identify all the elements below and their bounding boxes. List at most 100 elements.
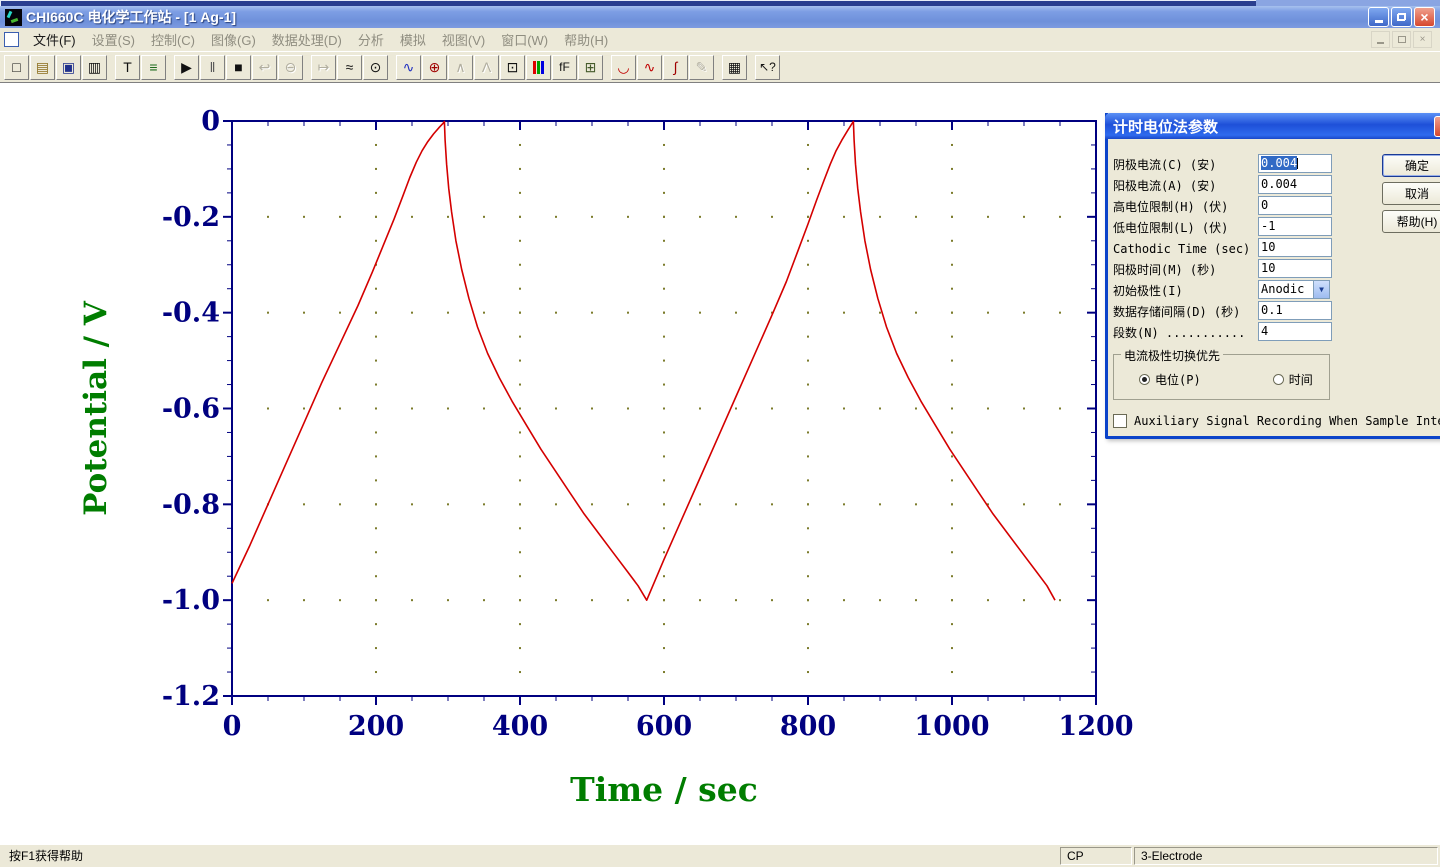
baseline-pen-icon: ✎ <box>695 59 708 75</box>
toolbar-button-derivative-icon[interactable]: ∿ <box>637 54 662 80</box>
toolbar-button-text-label-icon[interactable]: T <box>115 54 140 80</box>
zoom-icon: ⊕ <box>428 59 441 75</box>
svg-text:1000: 1000 <box>914 711 989 742</box>
toolbar-button-integration-icon[interactable]: ∫ <box>663 54 688 80</box>
mdi-minimize-button[interactable] <box>1371 31 1390 48</box>
toolbar-button-print-icon[interactable]: ▥ <box>82 54 107 80</box>
toolbar-button-timer-gauge-icon[interactable]: ⊙ <box>363 54 388 80</box>
radio-button-icon[interactable] <box>1139 374 1150 385</box>
smooth-icon: ◡ <box>617 59 630 75</box>
menu-item-1[interactable]: 文件(F) <box>25 31 84 50</box>
toolbar-button-font-icon[interactable]: fF <box>552 54 577 80</box>
svg-text:-0.8: -0.8 <box>162 489 220 520</box>
i-t-curve-icon: ↦ <box>317 59 330 75</box>
param-input[interactable]: 10 <box>1258 259 1332 278</box>
param-row-9: 段数(N) ........... 4 <box>1113 322 1440 343</box>
toolbar-button-i-t-curve-icon[interactable]: ↦ <box>311 54 336 80</box>
svg-text:-0.2: -0.2 <box>162 202 220 233</box>
close-button[interactable]: × <box>1414 7 1435 27</box>
toolbar-button-graph-icon[interactable]: ∿ <box>396 54 421 80</box>
radio-time[interactable]: 时间 <box>1272 371 1313 388</box>
help-button[interactable]: 帮助(H) <box>1382 210 1440 233</box>
status-help-text: 按F1获得帮助 <box>2 847 1058 865</box>
document-icon <box>4 32 19 47</box>
param-input[interactable]: 0.004 <box>1258 154 1332 173</box>
menu-item-2[interactable]: 设置(S) <box>84 31 143 50</box>
filter-icon: ≈ <box>345 59 354 75</box>
toolbar-button-color-bars-icon[interactable] <box>526 54 551 80</box>
parameters-icon: ≡ <box>149 59 158 75</box>
minimize-button[interactable] <box>1368 7 1389 27</box>
toolbar-button-save-icon[interactable]: ▣ <box>56 54 81 80</box>
toolbar-button-open-file-icon[interactable]: ▤ <box>30 54 55 80</box>
restore-button[interactable] <box>1391 7 1412 27</box>
param-input[interactable]: 10 <box>1258 238 1332 257</box>
menu-item-3[interactable]: 控制(C) <box>143 31 203 50</box>
menu-item-8[interactable]: 视图(V) <box>434 31 493 50</box>
stop-icon: ■ <box>234 59 243 75</box>
menu-item-6[interactable]: 分析 <box>350 31 392 50</box>
param-input[interactable]: -1 <box>1258 217 1332 236</box>
svg-text:1200: 1200 <box>1058 711 1133 742</box>
toolbar-button-pause-icon[interactable]: ‖ <box>200 54 225 80</box>
toolbar-button-filter-icon[interactable]: ≈ <box>337 54 362 80</box>
derivative-icon: ∿ <box>643 59 656 75</box>
param-label: 阴极电流(C) (安) <box>1113 158 1217 172</box>
mdi-close-button[interactable]: × <box>1413 31 1432 48</box>
param-row-7: 初始极性(I) Anodic ▼ <box>1113 280 1440 301</box>
ok-button[interactable]: 确定 <box>1382 154 1440 177</box>
toolbar-button-baseline-pen-icon[interactable]: ✎ <box>689 54 714 80</box>
param-label: 数据存储间隔(D) (秒) <box>1113 305 1241 319</box>
initial-polarity-dropdown[interactable]: Anodic ▼ <box>1258 280 1330 299</box>
toolbar-button-cell-icon[interactable]: ⊖ <box>278 54 303 80</box>
mdi-restore-button[interactable] <box>1392 31 1411 48</box>
toolbar-button-zoom-icon[interactable]: ⊕ <box>422 54 447 80</box>
toolbar-button-screen-capture-icon[interactable]: ⊡ <box>500 54 525 80</box>
radio-potential[interactable]: 电位(P) <box>1139 371 1201 388</box>
auxiliary-signal-row: Auxiliary Signal Recording When Sample I… <box>1113 414 1440 428</box>
timer-gauge-icon: ⊙ <box>369 59 382 75</box>
dialog-title-bar[interactable]: 计时电位法参数 × <box>1105 113 1440 139</box>
svg-text:-0.4: -0.4 <box>162 298 220 329</box>
param-input[interactable]: 0.004 <box>1258 175 1332 194</box>
svg-text:-1.0: -1.0 <box>162 585 220 616</box>
param-input[interactable]: 0 <box>1258 196 1332 215</box>
cp-parameters-dialog: 计时电位法参数 × 阴极电流(C) (安) 0.004 阳极电流(A) (安) 0.0… <box>1105 113 1440 439</box>
cancel-button[interactable]: 取消 <box>1382 182 1440 205</box>
font-icon: fF <box>559 60 570 74</box>
menu-item-5[interactable]: 数据处理(D) <box>264 31 350 50</box>
toolbar-button-run-icon[interactable]: ▶ <box>174 54 199 80</box>
svg-text:0: 0 <box>223 711 242 742</box>
copy-clipboard-icon: ⊞ <box>584 59 597 75</box>
toolbar-button-context-help-icon[interactable]: ↖? <box>755 54 780 80</box>
auxiliary-signal-checkbox[interactable] <box>1113 414 1127 428</box>
toolbar-button-smooth-icon[interactable]: ◡ <box>611 54 636 80</box>
chevron-down-icon[interactable]: ▼ <box>1313 281 1329 298</box>
svg-text:-0.6: -0.6 <box>162 394 220 425</box>
toolbar-button-stop-icon[interactable]: ■ <box>226 54 251 80</box>
menu-item-10[interactable]: 帮助(H) <box>556 31 616 50</box>
plot-workarea: 0 200 400 600 800 1000 1200 0 -0.2 -0.4 -0.6 -0.8 -1… <box>0 82 1440 845</box>
print-icon: ▥ <box>87 59 102 75</box>
param-input[interactable]: 4 <box>1258 322 1332 341</box>
toolbar-button-new-file-icon[interactable]: □ <box>4 54 29 80</box>
param-label: 初始极性(I) <box>1113 284 1183 298</box>
svg-text:0: 0 <box>201 106 220 137</box>
toolbar-button-copy-clipboard-icon[interactable]: ⊞ <box>578 54 603 80</box>
pause-icon: ‖ <box>209 59 216 75</box>
menu-item-7[interactable]: 模拟 <box>392 31 434 50</box>
menu-item-9[interactable]: 窗口(W) <box>493 31 556 50</box>
toolbar-button-reverse-icon[interactable]: ↩ <box>252 54 277 80</box>
toolbar-button-peak-icon[interactable]: ∧ <box>448 54 473 80</box>
radio-button-icon[interactable] <box>1272 374 1284 385</box>
toolbar-button-multi-peak-icon[interactable]: Λ <box>474 54 499 80</box>
window-title: CHI660C 电化学工作站 - [1 Ag-1] <box>26 9 237 25</box>
toolbar-button-report-icon[interactable]: ▦ <box>722 54 747 80</box>
status-electrode: 3-Electrode <box>1134 847 1438 865</box>
menu-item-4[interactable]: 图像(G) <box>203 31 264 50</box>
reverse-icon: ↩ <box>258 59 271 75</box>
param-input[interactable]: 0.1 <box>1258 301 1332 320</box>
toolbar-button-parameters-icon[interactable]: ≡ <box>141 54 166 80</box>
param-row-5: Cathodic Time (sec) 10 <box>1113 238 1440 259</box>
dialog-close-icon[interactable]: × <box>1434 115 1440 137</box>
